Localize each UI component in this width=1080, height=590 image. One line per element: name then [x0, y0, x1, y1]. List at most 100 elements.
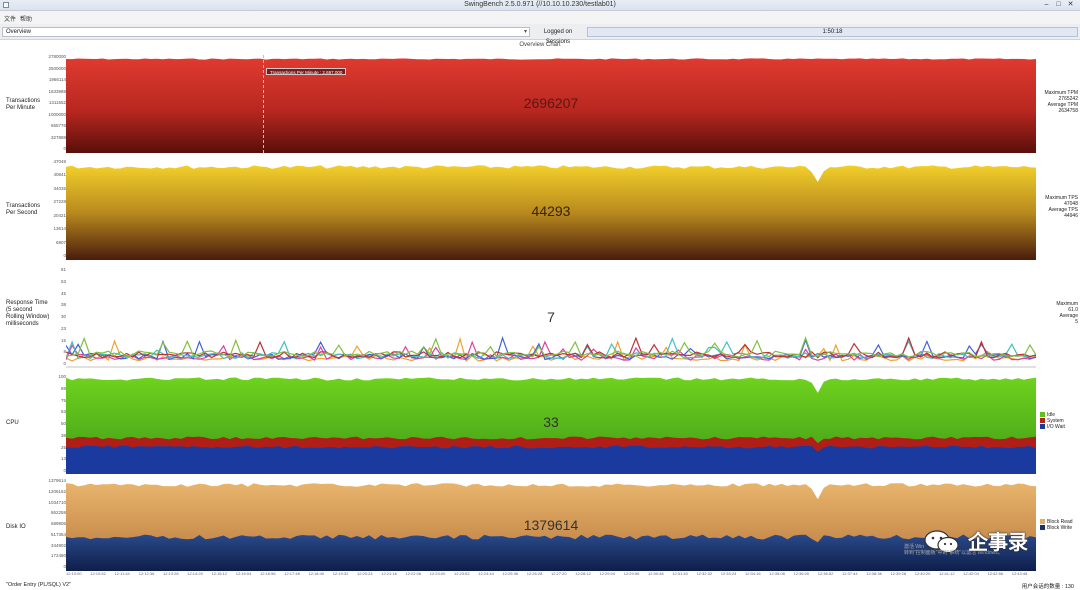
y-tick-label: 34035	[53, 185, 66, 191]
diskio-write-area	[66, 534, 1036, 571]
y-tick-label: 655776	[50, 123, 66, 128]
tpm-y-axis: 2780000 2500000 1966114 1633988 1311552 10000…	[28, 54, 66, 152]
cpu-panel: CPU 100 88 75 63 50 38 25 13 0 33 Idle System I/O …	[0, 372, 1080, 477]
time-tick-label: 12:22:08	[405, 571, 422, 576]
time-tick-label: 12:16:56	[260, 571, 276, 576]
y-tick-label: 1206162	[48, 488, 66, 494]
time-tick-label: 12:42:56	[987, 571, 1004, 576]
time-tick-label: 12:25:36	[502, 571, 519, 576]
time-tick-label: 12:34:16	[745, 571, 761, 576]
diskio-y-axis: 1379614 1206162 1034710 862258 689806 517354 3…	[28, 478, 66, 570]
legend-item: I/O Wait	[1040, 424, 1065, 430]
status-bar: "Order Entry (PL/SQL) V2" 用户会话的数量 : 130	[0, 579, 1080, 590]
time-tick-label: 12:27:20	[551, 571, 567, 576]
y-tick-label: 172450	[50, 553, 66, 559]
close-icon[interactable]: ✕	[1066, 1, 1075, 9]
legend-swatch	[1040, 412, 1045, 418]
time-tick-label: 12:13:28	[163, 571, 179, 576]
cpu-legend: Idle System I/O Wait	[1040, 412, 1065, 430]
y-tick-label: 1034710	[48, 499, 66, 505]
y-tick-label: 689806	[50, 521, 66, 526]
title-bar: SwingBench 2.5.0.971 (//10.10.10.230/tes…	[0, 0, 1080, 11]
time-tick-label: 12:14:20	[187, 571, 203, 576]
time-tick-label: 12:39:28	[890, 571, 907, 576]
menu-bar: 文件 帮助	[0, 11, 1080, 24]
benchmark-name: "Order Entry (PL/SQL) V2"	[6, 582, 72, 588]
y-tick-label: 13614	[53, 226, 66, 232]
y-tick-label: 1379614	[48, 478, 66, 483]
time-tick-label: 12:16:04	[235, 571, 252, 576]
tpm-stats: Maximum TPM 2765242 Average TPM 2634758	[1040, 90, 1078, 114]
tps-y-axis: 47048 40841 34035 27228 20421 13614 6807 0	[28, 159, 66, 259]
tpm-tooltip: Transactions Per Minute : 2,697,000	[266, 68, 347, 75]
toolbar: Overview ▾ Logged on Sessions 1:50:18	[0, 24, 1080, 45]
chart-selector-value: Overview	[6, 29, 32, 35]
time-tick-label: 12:33:24	[720, 571, 737, 576]
time-tick-label: 12:32:32	[696, 571, 713, 576]
time-tick-label: 12:12:36	[138, 571, 155, 576]
time-tick-label: 12:11:44	[114, 571, 130, 576]
brand-watermark: 企事录	[968, 532, 1028, 554]
menu-file[interactable]: 文件	[4, 14, 16, 23]
minimize-icon[interactable]: –	[1042, 1, 1051, 9]
tps-plot[interactable]: 44293	[66, 159, 1036, 260]
time-tick-label: 12:35:08	[769, 571, 785, 576]
swingbench-window: SwingBench 2.5.0.971 (//10.10.10.230/tes…	[0, 0, 1080, 590]
time-tick-label: 12:21:16	[381, 571, 397, 576]
time-tick-label: 12:42:04	[963, 571, 979, 576]
legend-label: I/O Wait	[1047, 424, 1065, 430]
chart-selector-dropdown[interactable]: Overview ▾	[2, 27, 530, 37]
time-tick-label: 12:30:48	[648, 571, 664, 576]
response-stats: Maximum 61.0 Average 5	[1040, 301, 1078, 325]
session-count: 用户会话的数量 : 130	[1021, 584, 1074, 590]
cpu-label: CPU	[6, 420, 19, 426]
stat-text: 44946	[1064, 213, 1078, 219]
y-tick-label: 344902	[50, 542, 66, 548]
time-tick-label: 12:28:12	[575, 571, 591, 576]
y-tick-label: 2500000	[48, 65, 66, 71]
y-tick-label: 20421	[53, 212, 66, 218]
y-tick-label: 40841	[53, 172, 66, 178]
tps-stats: Maximum TPS 47048 Average TPS 44946	[1040, 195, 1078, 219]
time-tick-label: 12:19:32	[332, 571, 349, 576]
response-plot[interactable]: 7	[66, 267, 1036, 368]
cpu-current-value: 33	[543, 414, 559, 430]
cpu-plot[interactable]: 33	[66, 374, 1036, 474]
tps-current-value: 44293	[531, 203, 571, 219]
time-tick-label: 12:29:04	[599, 571, 616, 576]
time-tick-label: 12:26:28	[526, 571, 543, 576]
diskio-current-value: 1379614	[523, 517, 579, 533]
time-tick-label: 12:23:00	[429, 571, 446, 576]
time-tick-label: 12:38:36	[866, 571, 882, 576]
diskio-plot[interactable]: 1379614	[66, 479, 1036, 571]
chevron-down-icon[interactable]: ▾	[524, 28, 527, 36]
y-tick-label: 1633988	[48, 88, 66, 94]
y-tick-label: 862258	[50, 510, 66, 516]
time-axis: 12:10:00 12:10:52 12:11:44 12:12:36 12:13:28…	[66, 571, 1036, 579]
response-panel: Response Time (5 second Rolling Window) …	[0, 265, 1080, 370]
response-y-axis: 61 53 45 38 30 23 15 8 0	[28, 267, 66, 367]
time-tick-label: 12:36:52	[817, 571, 834, 576]
y-tick-label: 1311552	[48, 100, 66, 105]
menu-help[interactable]: 帮助	[20, 14, 32, 23]
time-tick-label: 12:36:00	[793, 571, 810, 576]
chart-title: Overview Chart	[519, 42, 561, 48]
time-tick-label: 12:29:56	[623, 571, 640, 576]
time-tick-label: 12:43:48	[1011, 571, 1028, 576]
window-title: SwingBench 2.5.0.971 (//10.10.10.230/tes…	[464, 1, 616, 8]
time-tick-label: 12:41:12	[939, 571, 955, 576]
cpu-iowait-area	[66, 445, 1036, 474]
y-tick-label: 6807	[55, 239, 66, 245]
y-tick-label: 517354	[50, 531, 66, 537]
elapsed-time-display: 1:50:18	[587, 27, 1078, 37]
y-tick-label: 327888	[50, 134, 66, 140]
time-tick-label: 12:17:48	[284, 571, 300, 576]
tpm-panel: Transactions Per Minute 2780000 2500000 19…	[0, 50, 1080, 155]
stat-text: 5	[1075, 319, 1078, 325]
time-tick-label: 12:20:24	[357, 571, 373, 576]
maximize-icon[interactable]: □	[1054, 1, 1063, 9]
tpm-plot[interactable]: Transactions Per Minute : 2,697,000 2696…	[66, 55, 1036, 153]
time-tick-label: 12:37:44	[842, 571, 858, 576]
y-tick-label: 1966114	[48, 77, 66, 82]
y-tick-label: 1000000	[48, 111, 66, 117]
